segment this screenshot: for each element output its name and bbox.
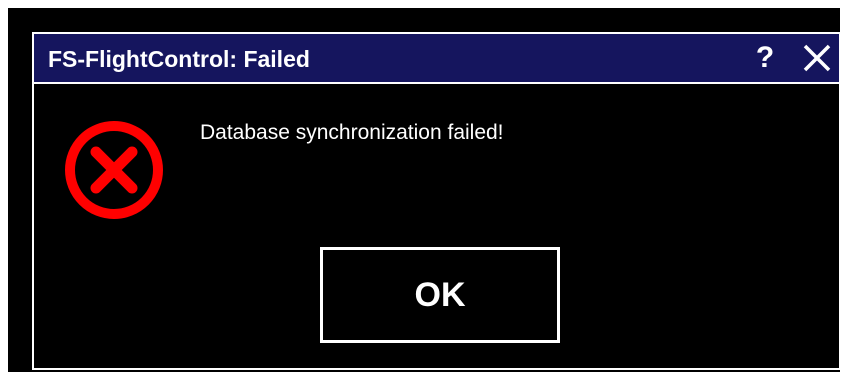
close-icon bbox=[803, 44, 831, 72]
dialog-title: FS-FlightControl: Failed bbox=[48, 46, 310, 72]
error-dialog: FS-FlightControl: Failed ? Database sync… bbox=[32, 32, 841, 370]
error-message: Database synchronization failed! bbox=[200, 121, 504, 144]
close-button[interactable] bbox=[800, 41, 834, 75]
ok-button-label: OK bbox=[414, 276, 466, 314]
help-label: ? bbox=[755, 41, 775, 74]
title-bar: FS-FlightControl: Failed ? bbox=[34, 34, 839, 84]
screen-frame: FS-FlightControl: Failed ? Database sync… bbox=[8, 8, 841, 372]
ok-button[interactable]: OK bbox=[320, 247, 560, 343]
help-button[interactable]: ? bbox=[748, 38, 782, 78]
error-icon bbox=[62, 118, 166, 222]
